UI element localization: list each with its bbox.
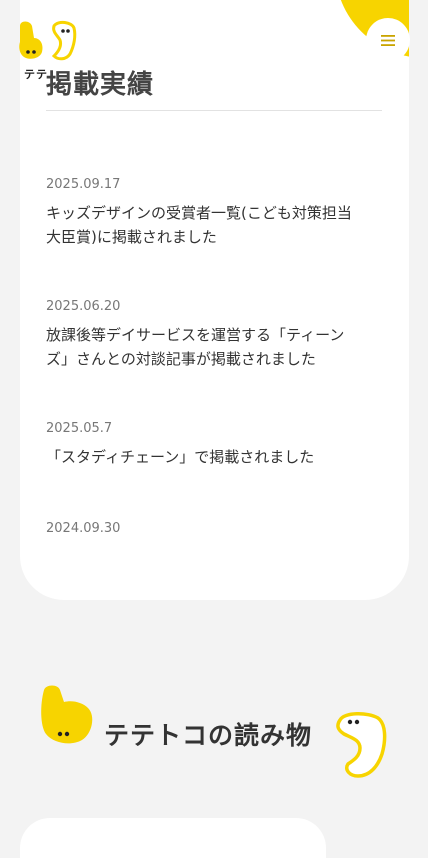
news-date: 2025.06.20	[46, 299, 121, 314]
news-date: 2025.09.17	[46, 177, 121, 192]
hamburger-icon	[381, 34, 395, 46]
news-date: 2024.09.30	[46, 521, 121, 536]
news-title-link[interactable]: 「スタディチェーン」で掲載されました	[46, 445, 366, 469]
reading-heading: テテトコの読み物	[104, 721, 313, 750]
logo-text: テテ	[24, 68, 48, 81]
news-item[interactable]: 2025.05.7 「スタディチェーン」で掲載されました	[46, 421, 366, 469]
press-heading: 掲載実績	[46, 70, 155, 100]
mascot-yellow-icon	[41, 685, 93, 744]
news-item[interactable]: 2025.06.20 放課後等デイサービスを運営する「ティーンズ」さんとの対談記…	[46, 299, 366, 371]
news-title-link[interactable]: キッズデザインの受賞者一覧(こども対策担当大臣賞)に掲載されました	[46, 201, 366, 249]
menu-button[interactable]	[366, 18, 410, 62]
news-title-link[interactable]: 放課後等デイサービスを運営する「ティーンズ」さんとの対談記事が掲載されました	[46, 323, 366, 371]
news-item[interactable]: 2025.09.17 キッズデザインの受賞者一覧(こども対策担当大臣賞)に掲載さ…	[46, 177, 366, 249]
news-date: 2025.05.7	[46, 421, 113, 436]
mascot-white-icon	[336, 712, 387, 778]
heading-divider	[46, 110, 382, 111]
news-item[interactable]: 2024.09.30	[46, 521, 366, 545]
reading-card	[20, 818, 326, 858]
